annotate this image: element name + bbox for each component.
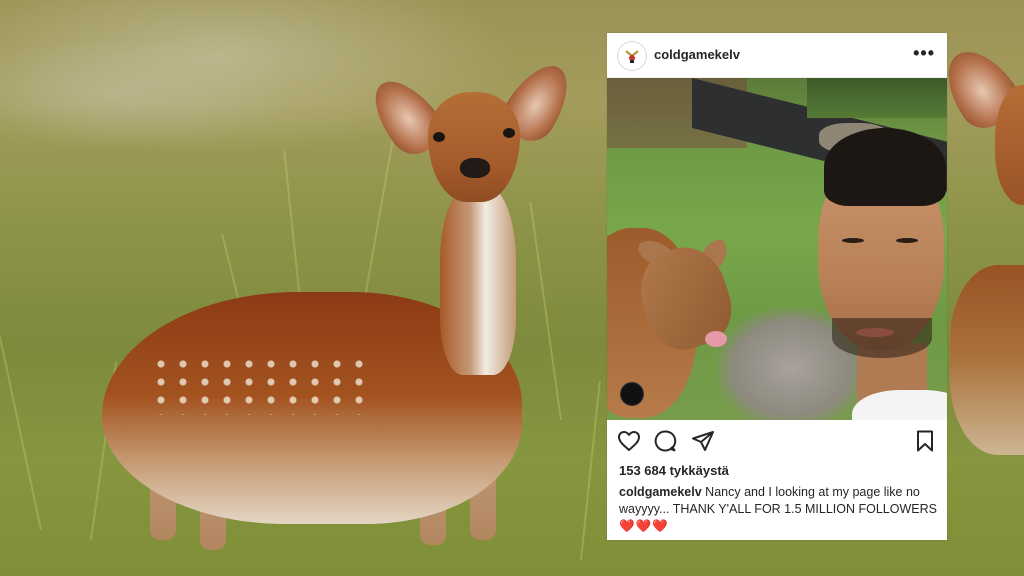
instagram-post: coldgamekelv ••• 153 684 tykkäystä coldg… — [607, 33, 947, 540]
caption-hearts: ❤️❤️❤️ — [619, 519, 669, 533]
avatar[interactable] — [617, 41, 647, 71]
photo-person — [812, 128, 947, 420]
post-username[interactable]: coldgamekelv — [654, 47, 740, 62]
comment-icon[interactable] — [653, 429, 677, 453]
caption-username[interactable]: coldgamekelv — [619, 485, 702, 499]
background-deer-body — [950, 265, 1024, 455]
post-caption: coldgamekelv Nancy and I looking at my p… — [619, 484, 937, 535]
heart-icon[interactable] — [617, 429, 641, 453]
likes-count[interactable]: 153 684 tykkäystä — [619, 463, 729, 478]
tag-icon[interactable] — [620, 382, 644, 406]
post-header: coldgamekelv ••• — [607, 33, 947, 78]
post-photo[interactable] — [607, 78, 947, 420]
more-icon[interactable]: ••• — [913, 43, 935, 64]
post-actions — [607, 427, 947, 457]
share-icon[interactable] — [691, 429, 715, 453]
bookmark-icon[interactable] — [913, 429, 937, 453]
avatar-logo-icon — [625, 50, 639, 63]
